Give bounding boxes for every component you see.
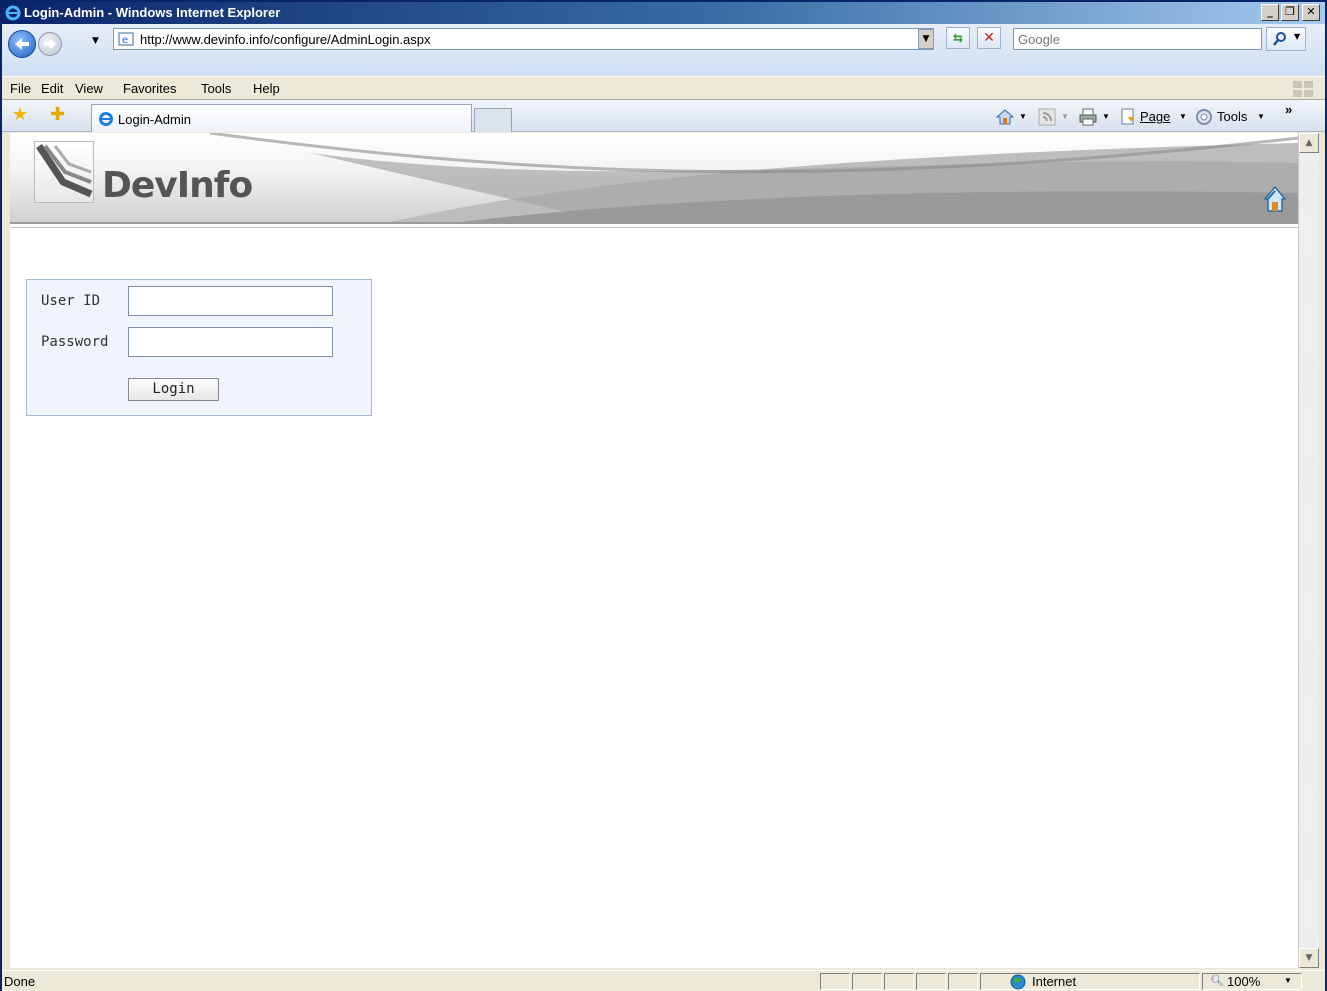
password-input[interactable] (128, 327, 333, 357)
chevron-overflow-icon[interactable]: » (1285, 102, 1292, 117)
menu-edit[interactable]: Edit (41, 81, 63, 96)
feeds-icon[interactable] (1038, 108, 1056, 126)
navigation-bar: ▼ e http://www.devinfo.info/configure/Ad… (2, 24, 1325, 76)
favorites-star-icon[interactable]: ★ (12, 104, 28, 125)
status-cell (884, 973, 914, 990)
search-button[interactable]: ▼ (1266, 27, 1306, 51)
security-zone-label: Internet (1032, 974, 1077, 989)
search-options-icon[interactable]: ▼ (1294, 32, 1300, 41)
scroll-up-button[interactable]: ▲ (1299, 133, 1319, 153)
feeds-dropdown-icon[interactable]: ▼ (1061, 112, 1069, 121)
devinfo-logo-mark (34, 141, 94, 203)
magnifier-icon (1273, 32, 1286, 46)
stop-icon: ✕ (983, 30, 995, 46)
forward-arrow-icon (44, 38, 56, 50)
globe-icon (1010, 974, 1026, 990)
login-button[interactable]: Login (128, 378, 219, 401)
search-placeholder: Google (1018, 32, 1060, 47)
site-home-icon[interactable] (1264, 185, 1286, 213)
svg-text:e: e (122, 35, 128, 46)
site-logo-text: DevInfo (102, 165, 253, 206)
tab-label: Login-Admin (118, 112, 191, 127)
command-bar: ▼ ▼ ▼ Page ▼ Tools ▼ » (995, 102, 1317, 126)
tools-dropdown-icon[interactable]: ▼ (1257, 112, 1265, 121)
status-cell (820, 973, 850, 990)
status-text: Done (4, 974, 36, 989)
zoom-magnifier-icon: 🔍︎ (1210, 975, 1224, 987)
menu-view[interactable]: View (75, 81, 103, 96)
stop-button[interactable]: ✕ (977, 27, 1001, 49)
address-field[interactable]: e http://www.devinfo.info/configure/Admi… (113, 28, 934, 50)
user-id-input[interactable] (128, 286, 333, 316)
page-menu[interactable]: Page (1140, 109, 1170, 124)
tab-bar: ★ ✚ Login-Admin ▼ ▼ ▼ Page ▼ Tools ▼ » (2, 100, 1325, 132)
menu-tools[interactable]: Tools (201, 81, 231, 96)
menu-favorites[interactable]: Favorites (123, 81, 176, 96)
zoom-level[interactable]: 100% (1227, 974, 1260, 989)
browser-window: Login-Admin - Windows Internet Explorer … (0, 0, 1327, 991)
home-dropdown-icon[interactable]: ▼ (1019, 112, 1027, 121)
menu-help[interactable]: Help (253, 81, 280, 96)
minimize-button[interactable]: _ (1261, 4, 1279, 21)
page-menu-icon (1121, 108, 1134, 125)
menu-bar: File Edit View Favorites Tools Help (2, 76, 1325, 100)
tab-login-admin[interactable]: Login-Admin (91, 104, 472, 132)
tab-ie-icon (99, 112, 113, 126)
print-icon[interactable] (1078, 108, 1098, 126)
zoom-dropdown-icon[interactable]: ▼ (1284, 976, 1292, 985)
tools-menu[interactable]: Tools (1217, 109, 1247, 124)
refresh-icon: ⇆ (952, 31, 964, 45)
status-cell (948, 973, 978, 990)
home-icon[interactable] (995, 108, 1015, 126)
windows-flag-icon (1293, 81, 1313, 97)
refresh-button[interactable]: ⇆ (946, 27, 970, 49)
back-button[interactable] (8, 30, 36, 58)
add-favorite-icon[interactable]: ✚ (50, 104, 65, 125)
menu-file[interactable]: File (10, 81, 31, 96)
maximize-button[interactable]: ❐ (1281, 4, 1299, 21)
close-button[interactable]: ✕ (1302, 4, 1320, 21)
status-cell (852, 973, 882, 990)
gear-icon (1196, 109, 1212, 125)
address-dropdown-button[interactable]: ▼ (918, 29, 934, 49)
new-tab-button[interactable] (474, 108, 512, 132)
url-text[interactable]: http://www.devinfo.info/configure/AdminL… (140, 32, 431, 47)
window-title: Login-Admin - Windows Internet Explorer (24, 5, 281, 20)
status-cell (916, 973, 946, 990)
login-panel: User ID Password Login (26, 279, 372, 416)
header-divider-secondary (10, 227, 1298, 228)
scroll-down-button[interactable]: ▼ (1299, 948, 1319, 968)
vertical-scrollbar[interactable]: ▲ ▼ (1298, 133, 1319, 968)
page-icon: e (118, 32, 134, 46)
header-divider (10, 222, 1298, 224)
forward-button[interactable] (38, 32, 62, 56)
page-viewport: DevInfo User ID Password Login (10, 133, 1298, 968)
page-dropdown-icon[interactable]: ▼ (1179, 112, 1187, 121)
status-bar: Done Internet 🔍︎ 100% ▼ (2, 970, 1325, 991)
password-label: Password (41, 334, 109, 350)
ie-logo-icon (5, 5, 21, 21)
user-id-label: User ID (41, 293, 101, 309)
search-input[interactable]: Google (1013, 28, 1262, 50)
print-dropdown-icon[interactable]: ▼ (1102, 112, 1110, 121)
title-bar: Login-Admin - Windows Internet Explorer … (2, 2, 1325, 24)
site-header-banner: DevInfo (10, 133, 1298, 222)
back-arrow-icon (15, 38, 29, 50)
history-dropdown-icon[interactable]: ▼ (92, 36, 99, 46)
